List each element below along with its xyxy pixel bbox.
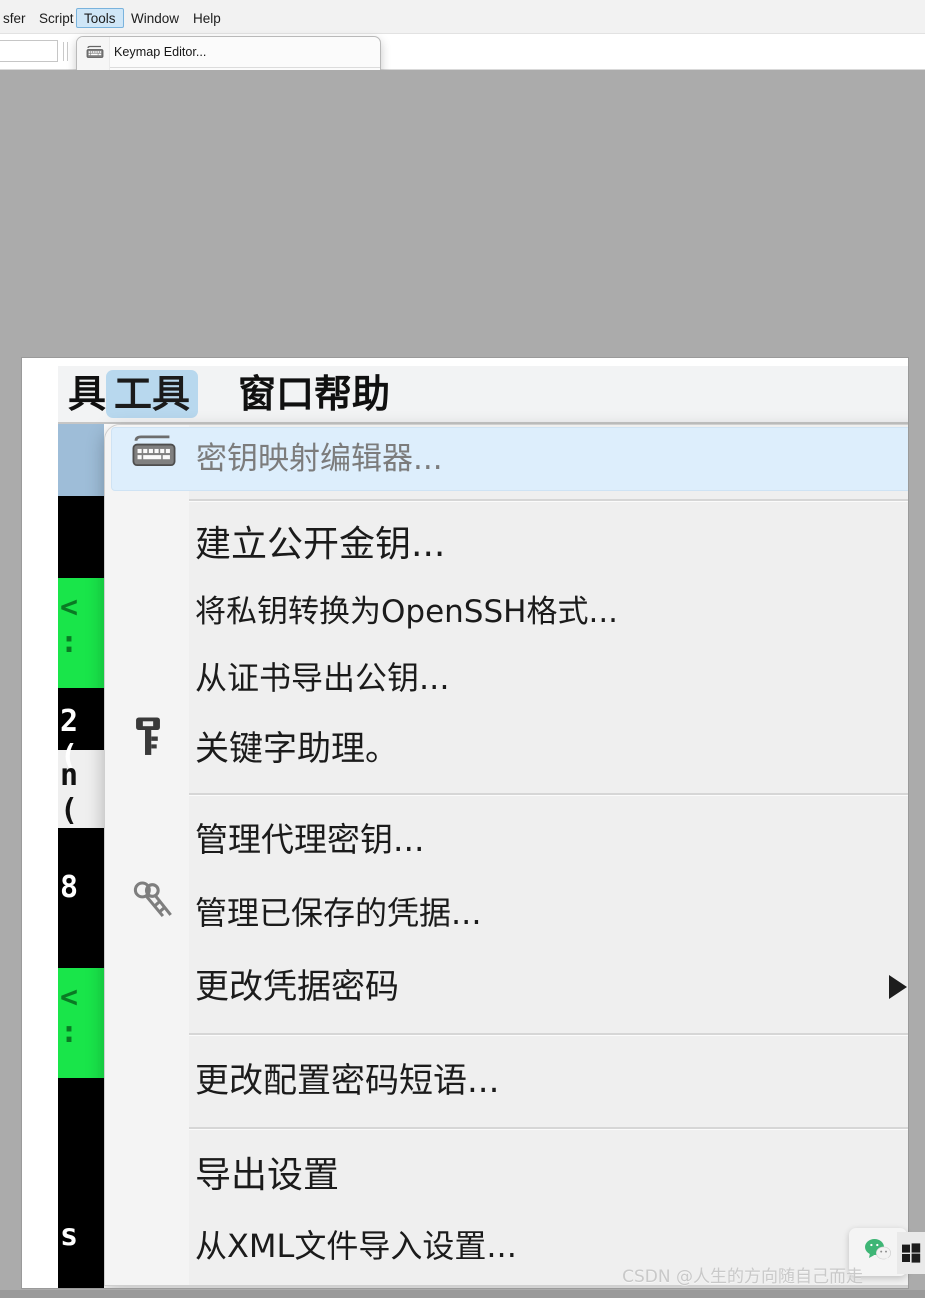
magnified-separator xyxy=(189,1033,908,1035)
menu-bar: sfer Script Tools Window Help xyxy=(0,0,925,34)
menu-help-label: Help xyxy=(193,11,221,26)
magnified-item-label: 管理已保存的凭据... xyxy=(195,894,482,932)
magnified-item-label: 建立公开金钥... xyxy=(195,524,446,565)
magnified-item-convert-private-key[interactable]: 将私钥转换为OpenSSH格式... xyxy=(111,581,908,643)
magnified-item-label: 将私钥转换为OpenSSH格式... xyxy=(195,594,619,630)
magnified-separator xyxy=(189,793,908,795)
magnified-separator xyxy=(189,1127,908,1129)
magnified-item-label: 更改凭据密码 xyxy=(195,967,399,1007)
menu-window-label: Window xyxy=(131,11,180,26)
wechat-icon[interactable] xyxy=(863,1237,893,1268)
application-window: sfer Script Tools Window Help t+R> xyxy=(0,0,925,70)
magnified-item-change-credentials-password[interactable]: 更改凭据密码 xyxy=(111,949,908,1025)
magnified-dropdown-menu: 密钥映射编辑器... 建立公开金钥... 将私钥转换为OpenSSH格式... … xyxy=(104,424,908,1286)
menu-window[interactable]: Window xyxy=(124,8,186,28)
terminal-background-slice: < : 2 ( n ( 8 < : s xyxy=(58,418,104,1288)
magnified-menu-tools-label: 工具 xyxy=(114,372,191,416)
keyboard-icon xyxy=(130,428,178,490)
magnified-menu-window-help[interactable]: 窗口帮助 xyxy=(238,370,390,418)
toolbar-separator xyxy=(63,42,64,61)
magnified-item-label: 密钥映射编辑器... xyxy=(196,441,443,477)
menu-item-keymap-editor[interactable]: Keymap Editor... xyxy=(80,41,377,63)
magnified-menu-partial[interactable]: 具 xyxy=(68,370,106,418)
bottom-bar xyxy=(0,1290,925,1298)
watermark-text: CSDN @人生的方向随自己而走 xyxy=(622,1267,863,1287)
magnified-item-label: 从证书导出公钥... xyxy=(195,659,450,697)
submenu-arrow-icon xyxy=(889,975,907,999)
menu-transfer[interactable]: sfer xyxy=(0,8,33,28)
magnified-item-label: 导出设置 xyxy=(195,1155,340,1196)
menu-tools[interactable]: Tools xyxy=(76,8,124,28)
magnified-item-manage-saved-credentials[interactable]: 管理已保存的凭据... xyxy=(111,877,908,949)
magnified-item-label: 管理代理密钥... xyxy=(195,820,425,859)
magnified-item-label: 更改配置密码短语... xyxy=(195,1061,500,1101)
magnified-item-manage-agent-keys[interactable]: 管理代理密钥... xyxy=(111,803,908,877)
menu-separator xyxy=(110,67,380,68)
menu-script-label: Script xyxy=(39,11,74,26)
magnified-menu-overlay: < : 2 ( n ( 8 < : s 具 工具 窗口帮助 密钥映射编辑器...… xyxy=(22,358,908,1288)
magnified-item-create-public-key[interactable]: 建立公开金钥... xyxy=(111,509,908,581)
magnified-separator xyxy=(189,499,908,501)
magnified-item-change-configuration-passphrase[interactable]: 更改配置密码短语... xyxy=(111,1043,908,1119)
magnified-item-public-key-assistant[interactable]: 关键字助理。 xyxy=(111,713,908,785)
keyboard-icon xyxy=(86,44,104,60)
quick-find-input[interactable]: t+R> xyxy=(0,40,58,62)
magnified-menu-tools[interactable]: 工具 xyxy=(106,370,199,418)
toolbar-separator xyxy=(67,42,68,61)
magnified-item-export-public-key[interactable]: 从证书导出公钥... xyxy=(111,643,908,713)
key-icon xyxy=(129,708,167,791)
magnified-item-label: 关键字助理。 xyxy=(195,729,399,769)
magnified-item-export-settings[interactable]: 导出设置 xyxy=(111,1137,908,1215)
keys-icon xyxy=(129,877,179,950)
magnified-menu-bar: 具 工具 窗口帮助 xyxy=(58,366,908,424)
menu-item-label: Keymap Editor... xyxy=(114,45,207,59)
menu-help[interactable]: Help xyxy=(186,8,228,28)
menu-tools-label: Tools xyxy=(84,11,116,26)
magnified-menu-window-help-label: 窗口帮助 xyxy=(238,372,391,416)
menu-transfer-label: sfer xyxy=(3,11,26,26)
windows-icon[interactable] xyxy=(897,1232,925,1274)
tools-dropdown-menu: Keymap Editor... Create Public Key... Co… xyxy=(76,36,381,70)
menu-script[interactable]: Script xyxy=(32,8,81,28)
magnified-item-keymap-editor[interactable]: 密钥映射编辑器... xyxy=(111,427,908,491)
magnified-menu-partial-label: 具 xyxy=(68,372,107,416)
magnified-item-label: 从XML文件导入设置... xyxy=(195,1227,517,1265)
